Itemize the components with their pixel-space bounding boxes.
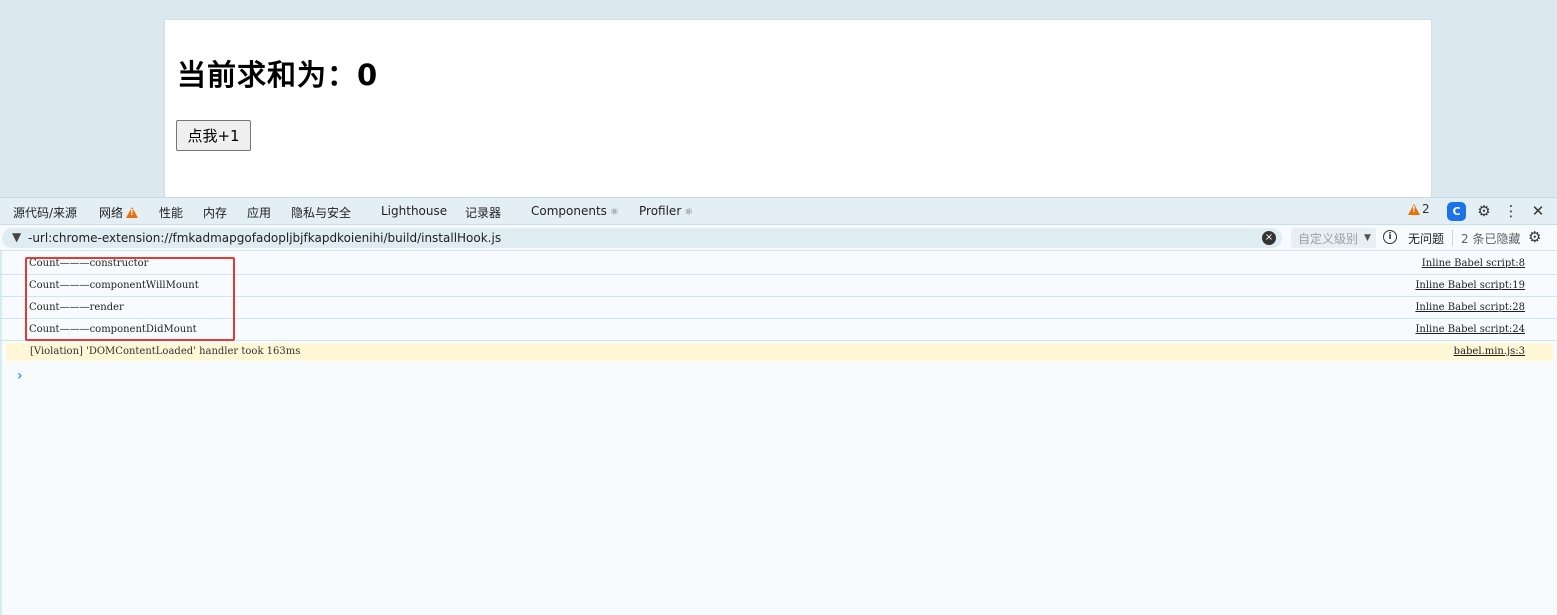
- tab-application[interactable]: 应用: [247, 204, 271, 221]
- info-icon[interactable]: i: [1383, 230, 1397, 244]
- filter-box: ▼ ×: [2, 228, 1282, 248]
- warnings-count: 2: [1422, 202, 1430, 216]
- chevron-down-icon: ▼: [1364, 233, 1371, 243]
- settings-icon[interactable]: ⚙: [1474, 201, 1494, 221]
- console-source-link[interactable]: Inline Babel script:28: [1415, 302, 1525, 313]
- console-settings-icon[interactable]: ⚙: [1528, 228, 1541, 246]
- tab-recorder[interactable]: 记录器: [465, 204, 501, 221]
- console-output: Count———constructor Inline Babel script:…: [0, 251, 1557, 615]
- tab-performance[interactable]: 性能: [159, 204, 183, 221]
- clear-filter-icon[interactable]: ×: [1262, 231, 1276, 245]
- warnings-counter[interactable]: 2: [1408, 202, 1430, 216]
- log-level-select[interactable]: 自定义级别 ▼: [1291, 228, 1376, 248]
- console-source-link[interactable]: Inline Babel script:8: [1422, 258, 1525, 269]
- console-filter-bar: ▼ × 自定义级别 ▼ i 无问题 2 条已隐藏 ⚙: [0, 225, 1557, 251]
- filter-input[interactable]: [28, 230, 1228, 246]
- tab-sources[interactable]: 源代码/来源: [13, 204, 77, 221]
- console-violation-row: [Violation] 'DOMContentLoaded' handler t…: [6, 343, 1553, 361]
- console-prompt-icon[interactable]: ›: [17, 368, 23, 384]
- warning-icon: [1408, 203, 1420, 215]
- more-options-icon[interactable]: ⋮: [1501, 201, 1521, 221]
- tab-profiler[interactable]: Profiler ⚛: [639, 204, 693, 218]
- page-title: 当前求和为：0: [177, 58, 379, 92]
- tab-profiler-label: Profiler: [639, 204, 682, 218]
- increment-button[interactable]: 点我+1: [176, 120, 251, 151]
- console-row: Count———constructor Inline Babel script:…: [0, 253, 1557, 275]
- tab-privacy-security[interactable]: 隐私与安全: [291, 204, 351, 221]
- issues-label[interactable]: 无问题: [1408, 230, 1444, 247]
- console-message: Count———componentWillMount: [29, 280, 199, 291]
- tab-network-label: 网络: [99, 206, 124, 220]
- tab-network[interactable]: 网络: [99, 204, 139, 221]
- console-message: Count———constructor: [29, 258, 149, 269]
- console-source-link[interactable]: Inline Babel script:24: [1415, 324, 1525, 335]
- console-source-link[interactable]: Inline Babel script:19: [1415, 280, 1525, 291]
- tab-components-label: Components: [531, 204, 607, 218]
- warning-icon: [126, 207, 139, 218]
- console-message: Count———componentDidMount: [29, 324, 197, 335]
- filter-icon: ▼: [12, 230, 22, 244]
- tab-memory[interactable]: 内存: [203, 204, 227, 221]
- log-level-label: 自定义级别: [1298, 231, 1359, 246]
- tab-lighthouse[interactable]: Lighthouse: [381, 204, 447, 218]
- devtools-panel: 源代码/来源 网络 性能 内存 应用 隐私与安全 Lighthouse 记录器 …: [0, 197, 1557, 615]
- extension-icon[interactable]: C: [1447, 202, 1466, 221]
- console-row: Count———componentDidMount Inline Babel s…: [0, 319, 1557, 341]
- page-viewport: 当前求和为：0 点我+1: [164, 19, 1432, 197]
- console-row: Count———componentWillMount Inline Babel …: [0, 275, 1557, 297]
- divider: [1452, 230, 1453, 246]
- hidden-messages-count: 2 条已隐藏: [1461, 232, 1521, 246]
- react-icon: ⚛: [609, 207, 619, 218]
- react-icon: ⚛: [684, 207, 694, 218]
- console-message: Count———render: [29, 302, 124, 313]
- devtools-tabbar: 源代码/来源 网络 性能 内存 应用 隐私与安全 Lighthouse 记录器 …: [0, 198, 1557, 225]
- console-source-link[interactable]: babel.min.js:3: [1454, 346, 1525, 357]
- tab-components[interactable]: Components ⚛: [531, 204, 619, 218]
- console-message: [Violation] 'DOMContentLoaded' handler t…: [30, 346, 301, 357]
- close-icon[interactable]: ✕: [1528, 201, 1548, 221]
- console-row: Count———render Inline Babel script:28: [0, 297, 1557, 319]
